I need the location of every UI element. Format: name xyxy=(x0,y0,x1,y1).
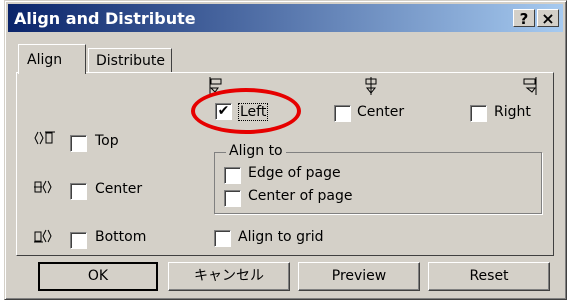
dialog-title: Align and Distribute xyxy=(14,9,196,28)
bottom-label: Bottom xyxy=(95,229,147,245)
edge-of-page-label: Edge of page xyxy=(248,165,341,181)
center-horizontal-label: Center xyxy=(357,104,405,120)
tab-align-label: Align xyxy=(27,52,63,68)
center-vertical-label: Center xyxy=(95,181,143,197)
tab-distribute[interactable]: Distribute xyxy=(88,48,172,74)
cancel-button[interactable]: キャンセル xyxy=(168,262,290,291)
reset-button[interactable]: Reset xyxy=(428,262,550,291)
top-checkbox[interactable] xyxy=(70,135,87,152)
align-center-horizontal-icon xyxy=(365,77,377,95)
right-checkbox[interactable] xyxy=(470,105,487,122)
center-of-page-label: Center of page xyxy=(248,188,353,204)
preview-button[interactable]: Preview xyxy=(298,262,420,291)
align-top-icon xyxy=(34,131,55,145)
help-button[interactable]: ? xyxy=(513,9,535,28)
title-bar[interactable]: Align and Distribute ? × xyxy=(8,4,563,32)
align-center-vertical-icon xyxy=(34,180,52,194)
top-label: Top xyxy=(95,133,119,149)
bottom-checkbox[interactable] xyxy=(70,232,87,249)
align-bottom-icon xyxy=(34,229,52,243)
center-of-page-checkbox[interactable] xyxy=(224,190,241,207)
align-to-grid-checkbox[interactable] xyxy=(214,230,231,247)
align-to-group xyxy=(214,152,542,214)
edge-of-page-checkbox[interactable] xyxy=(224,167,241,184)
ok-button[interactable]: OK xyxy=(38,262,158,291)
center-vertical-checkbox[interactable] xyxy=(70,183,87,200)
highlight-circle xyxy=(191,88,301,134)
align-to-title: Align to xyxy=(226,143,286,159)
right-label: Right xyxy=(494,104,531,120)
close-button[interactable]: × xyxy=(537,9,559,28)
align-right-icon xyxy=(523,77,537,95)
tab-align[interactable]: Align xyxy=(18,44,86,74)
align-to-grid-label: Align to grid xyxy=(238,229,324,245)
center-horizontal-checkbox[interactable] xyxy=(334,105,351,122)
tab-distribute-label: Distribute xyxy=(96,53,165,69)
